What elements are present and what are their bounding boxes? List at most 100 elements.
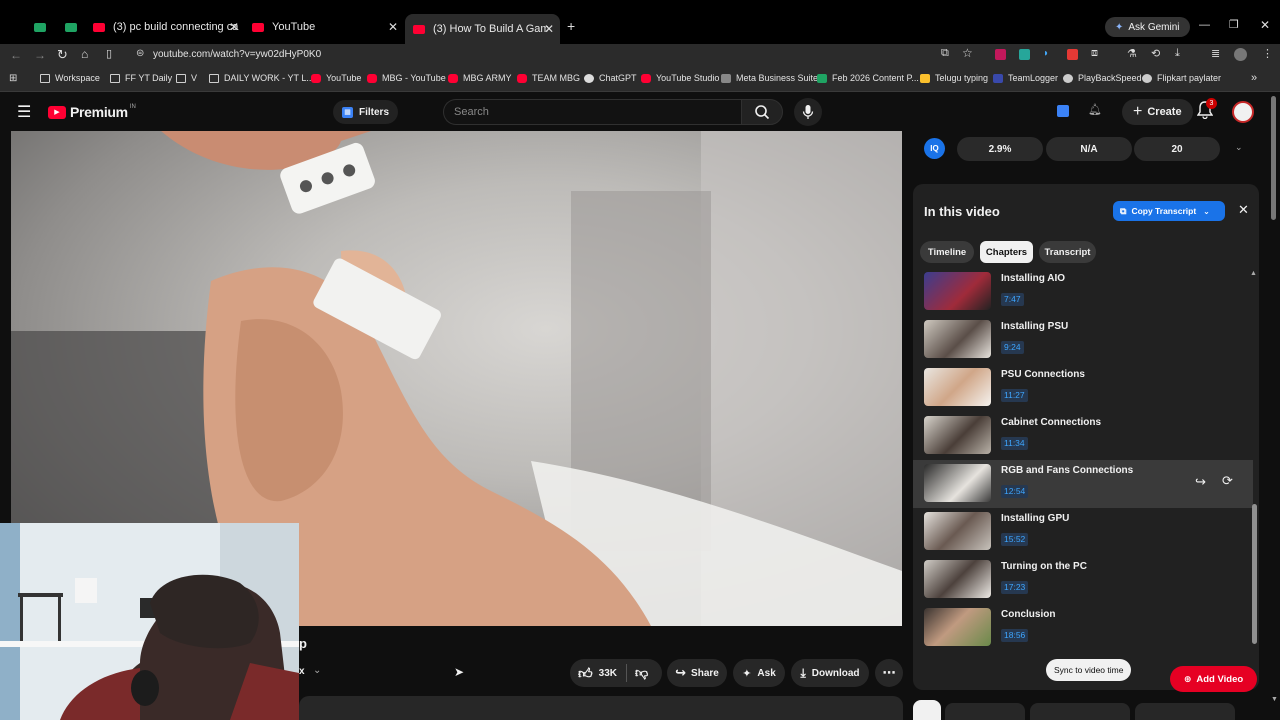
home-icon[interactable]: ⌂ bbox=[81, 47, 88, 61]
back-icon[interactable]: ← bbox=[10, 48, 22, 62]
page-scrollbar-thumb[interactable] bbox=[1271, 96, 1276, 220]
bookmark-item[interactable]: TEAM MBG bbox=[517, 73, 580, 83]
chip-item[interactable] bbox=[1030, 703, 1130, 720]
description-box[interactable] bbox=[299, 696, 903, 720]
chapter-item-selected[interactable]: RGB and Fans Connections 12:54 ↪ ⟳ bbox=[913, 460, 1253, 508]
extension-icon[interactable] bbox=[1067, 49, 1078, 60]
filters-button[interactable]: ▦ Filters bbox=[333, 100, 399, 124]
ask-button[interactable]: ✦ Ask bbox=[733, 659, 785, 687]
youtube-logo[interactable]: ▶ Premium IN bbox=[48, 104, 136, 120]
chapter-timestamp[interactable]: 11:34 bbox=[1001, 437, 1028, 450]
notifications-button[interactable]: 3 bbox=[1196, 98, 1217, 121]
loop-chapter-icon[interactable]: ⟳ bbox=[1222, 473, 1233, 489]
flask-icon[interactable]: ⚗ bbox=[1127, 47, 1137, 60]
chevron-down-icon[interactable]: ⌄ bbox=[313, 665, 321, 676]
bookmark-item[interactable]: YouTube bbox=[311, 73, 361, 83]
chip-item[interactable] bbox=[945, 703, 1025, 720]
extension-badge[interactable]: IQ bbox=[924, 138, 945, 159]
chip-item[interactable] bbox=[1135, 703, 1235, 720]
chapter-timestamp[interactable]: 18:56 bbox=[1001, 629, 1029, 642]
search-input[interactable]: Search bbox=[454, 106, 489, 118]
scroll-down-icon[interactable]: ▼ bbox=[1271, 696, 1278, 703]
share-button[interactable]: ↪ Share bbox=[667, 659, 727, 687]
bookmark-item[interactable]: PlayBackSpeed bbox=[1063, 73, 1142, 83]
tab-pinned-1[interactable] bbox=[34, 16, 54, 38]
forward-icon[interactable]: → bbox=[34, 48, 46, 62]
more-actions-button[interactable]: ⋯ bbox=[875, 659, 903, 687]
bookmark-item[interactable]: V bbox=[176, 73, 197, 83]
bookmark-item[interactable]: Meta Business Suite bbox=[721, 73, 818, 83]
bookmark-star-icon[interactable]: ☆ bbox=[962, 46, 973, 60]
chapter-item[interactable]: PSU Connections 11:27 bbox=[913, 368, 1253, 412]
bookmark-item[interactable]: ChatGPT bbox=[584, 73, 637, 83]
close-icon[interactable]: ✕ bbox=[544, 22, 554, 36]
dislike-button[interactable]: 👎︎ bbox=[635, 665, 648, 681]
search-button[interactable] bbox=[741, 99, 783, 125]
chapter-item[interactable]: Installing GPU 15:52 bbox=[913, 512, 1253, 556]
chapter-timestamp[interactable]: 11:27 bbox=[1001, 389, 1028, 402]
apps-grid-icon[interactable]: ⊞ bbox=[9, 73, 17, 84]
bookmark-item[interactable]: MBG - YouTube bbox=[367, 73, 446, 83]
url-field[interactable]: youtube.com/watch?v=yw02dHyP0K0 bbox=[153, 49, 321, 60]
share-chapter-icon[interactable]: ↪ bbox=[1195, 474, 1206, 490]
create-button[interactable]: + Create bbox=[1122, 99, 1193, 125]
minimize-icon[interactable]: — bbox=[1199, 19, 1210, 31]
voice-search-button[interactable] bbox=[794, 98, 822, 126]
bookmark-item[interactable]: YouTube Studio bbox=[641, 73, 719, 83]
maximize-icon[interactable]: ❐ bbox=[1229, 18, 1239, 31]
chapter-timestamp[interactable]: 7:47 bbox=[1001, 293, 1024, 306]
extension-icon[interactable] bbox=[1019, 49, 1030, 60]
download-icon[interactable]: ⤓ bbox=[1175, 47, 1180, 60]
bookmark-item[interactable]: MBG ARMY bbox=[448, 73, 512, 83]
tab-chapters[interactable]: Chapters bbox=[980, 241, 1033, 263]
bookmark-item[interactable]: TeamLogger bbox=[993, 73, 1058, 83]
like-button[interactable]: 👍︎ bbox=[578, 665, 593, 682]
history-icon[interactable]: ⟲ bbox=[1151, 47, 1160, 60]
bookmark-item[interactable]: DAILY WORK - YT L... bbox=[209, 73, 314, 83]
chapter-item[interactable]: Installing AIO 7:47 bbox=[913, 272, 1253, 316]
scroll-up-icon[interactable]: ▲ bbox=[1250, 270, 1257, 277]
new-tab-button[interactable]: + bbox=[567, 18, 575, 34]
menu-dots-icon[interactable]: ⋮ bbox=[1262, 47, 1273, 60]
tab-timeline[interactable]: Timeline bbox=[920, 241, 974, 263]
account-avatar[interactable] bbox=[1232, 101, 1254, 123]
chip-item[interactable] bbox=[913, 700, 941, 720]
bookmarks-overflow-icon[interactable]: » bbox=[1251, 72, 1257, 84]
extensions-puzzle-icon[interactable]: ⧈ bbox=[1091, 47, 1098, 60]
close-icon[interactable]: ✕ bbox=[229, 20, 239, 34]
close-panel-icon[interactable]: ✕ bbox=[1238, 202, 1249, 218]
bookmark-item[interactable]: Workspace bbox=[40, 73, 100, 83]
tab-transcript[interactable]: Transcript bbox=[1039, 241, 1096, 263]
copy-transcript-button[interactable]: ⧉ Copy Transcript ⌄ bbox=[1113, 201, 1225, 221]
chapter-item[interactable]: Turning on the PC 17:23 bbox=[913, 560, 1253, 604]
chapter-timestamp[interactable]: 12:54 bbox=[1001, 485, 1029, 498]
extension-icon[interactable] bbox=[1057, 105, 1069, 117]
cast-icon[interactable]: ⧉ bbox=[941, 47, 949, 60]
sync-to-video-time-button[interactable]: Sync to video time bbox=[1046, 659, 1132, 681]
ask-gemini-button[interactable]: ✦ Ask Gemini bbox=[1105, 17, 1190, 37]
chapter-item[interactable]: Cabinet Connections 11:34 bbox=[913, 416, 1253, 460]
panel-scrollbar-thumb[interactable] bbox=[1252, 504, 1257, 644]
reload-icon[interactable]: ↻ bbox=[57, 47, 68, 63]
bookmark-item[interactable]: Flipkart paylater bbox=[1142, 73, 1221, 83]
extension-icon[interactable]: ◗ bbox=[1043, 48, 1049, 59]
tab-active-video[interactable]: (3) How To Build A Gaming PC ✕ bbox=[405, 14, 560, 44]
site-info-icon[interactable]: ⊜ bbox=[136, 48, 144, 59]
add-video-button[interactable]: ⊕ Add Video bbox=[1170, 666, 1257, 692]
tab-search[interactable]: (3) pc build connecting cables - ✕ bbox=[93, 16, 239, 38]
hamburger-menu-icon[interactable]: ☰ bbox=[17, 102, 31, 122]
tab-youtube[interactable]: YouTube ✕ bbox=[252, 16, 398, 38]
bookmark-item[interactable]: Telugu typing bbox=[920, 73, 988, 83]
chapter-item[interactable]: Conclusion 18:56 bbox=[913, 608, 1253, 650]
chevron-down-icon[interactable]: ⌄ bbox=[1235, 142, 1243, 153]
download-button[interactable]: ⤓ Download bbox=[791, 659, 869, 687]
bookmark-item[interactable]: Feb 2026 Content P... bbox=[817, 73, 919, 83]
chapter-item[interactable]: Installing PSU 9:24 bbox=[913, 320, 1253, 364]
chapter-timestamp[interactable]: 15:52 bbox=[1001, 533, 1029, 546]
bell-outline-icon[interactable]: 🔔︎ bbox=[1088, 103, 1102, 116]
extension-icon[interactable] bbox=[995, 49, 1006, 60]
bookmark-item[interactable]: FF YT Daily bbox=[110, 73, 172, 83]
chapter-timestamp[interactable]: 17:23 bbox=[1001, 581, 1029, 594]
close-icon[interactable]: ✕ bbox=[388, 20, 398, 34]
chapter-timestamp[interactable]: 9:24 bbox=[1001, 341, 1024, 354]
